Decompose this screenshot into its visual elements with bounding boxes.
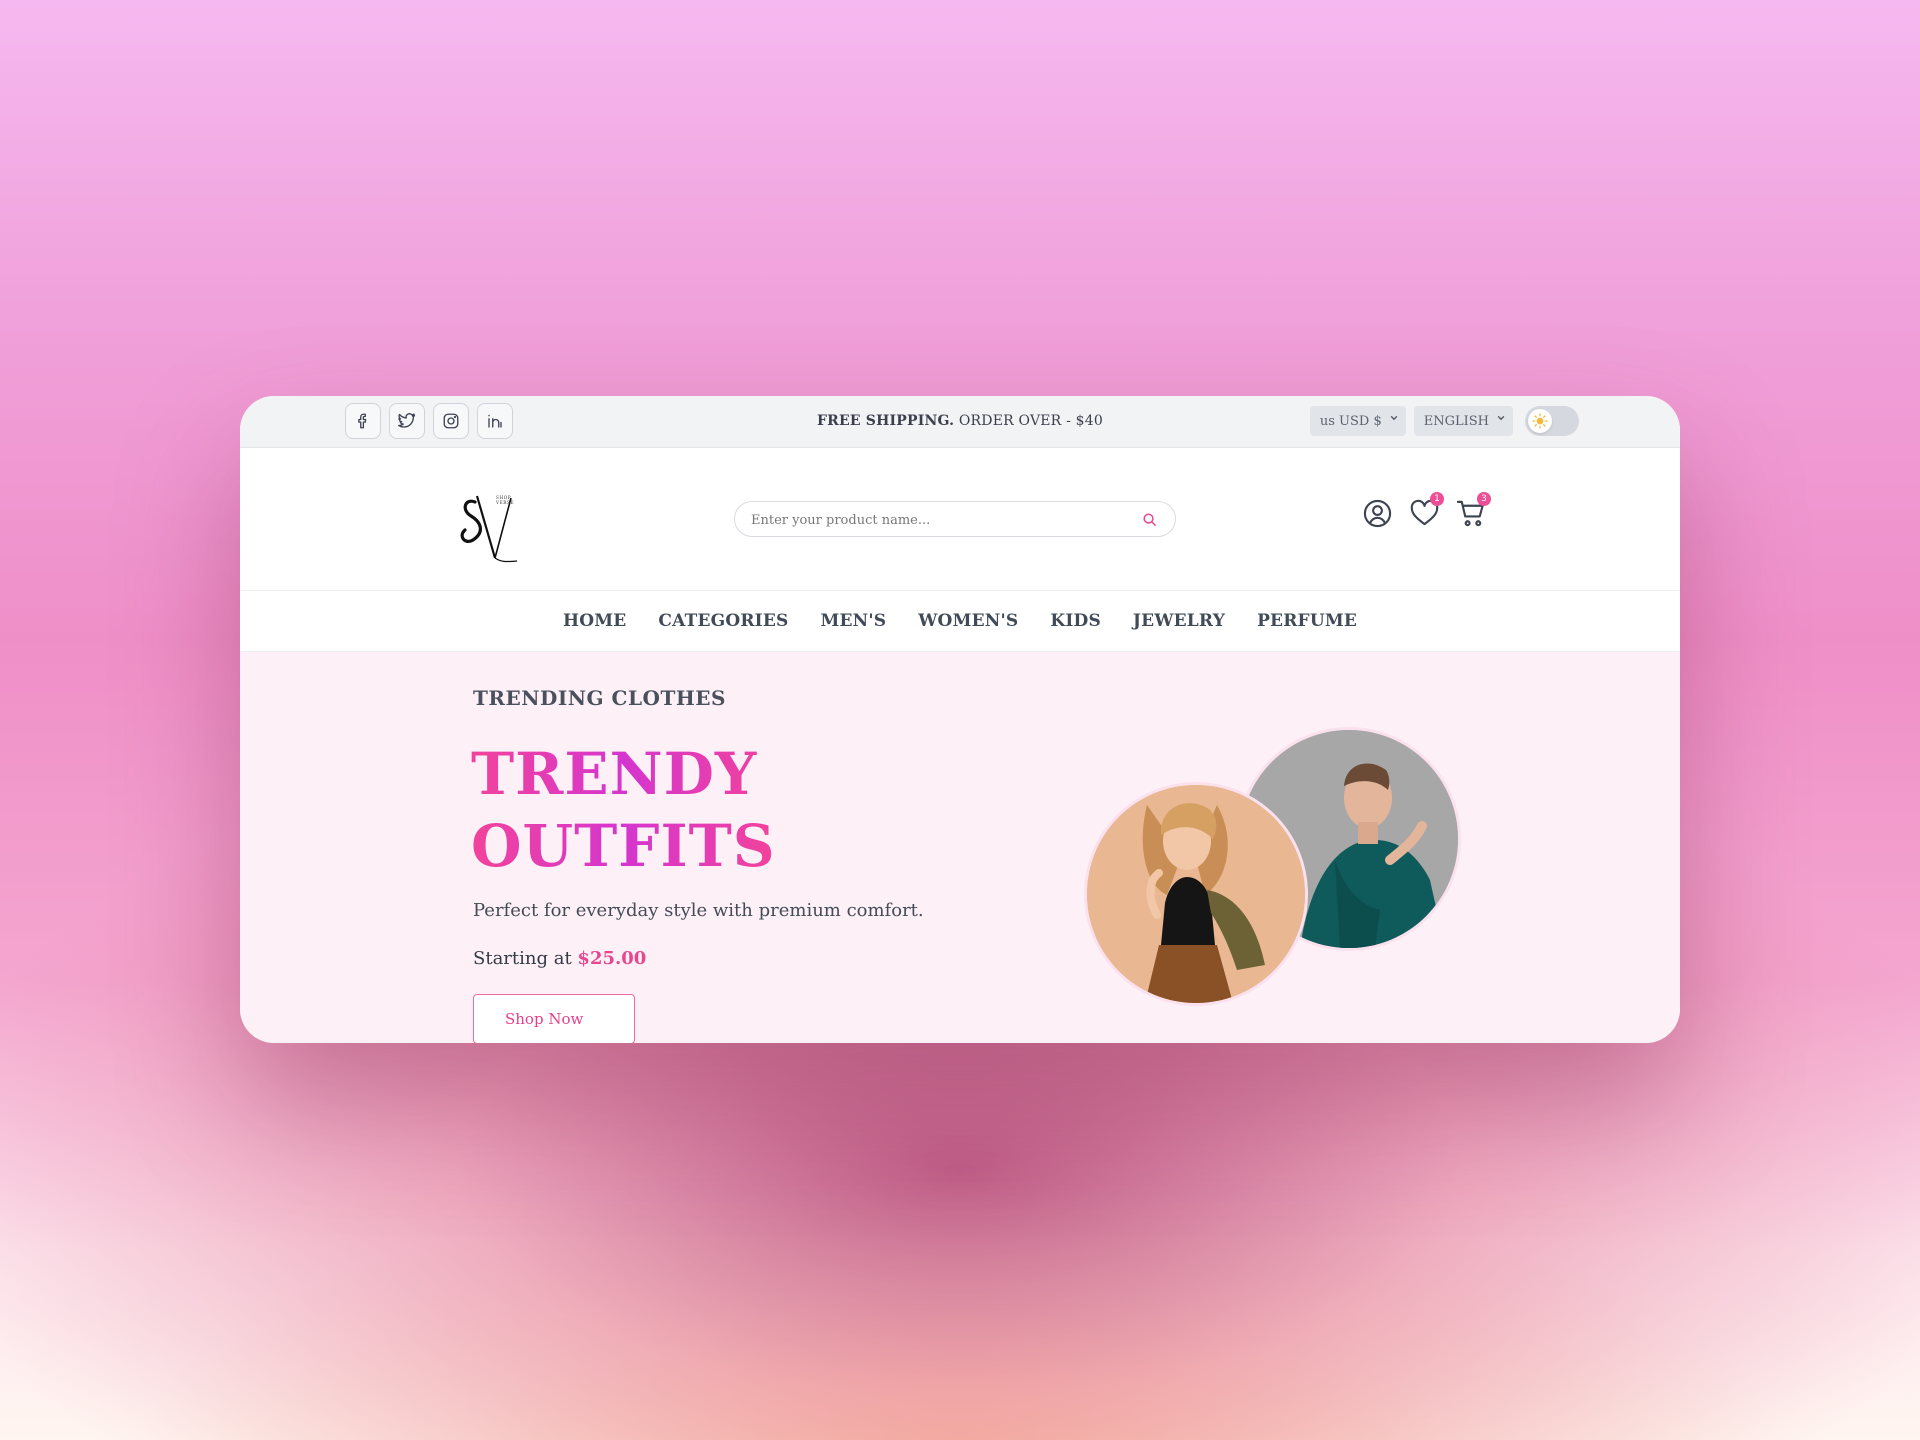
nav-item-mens[interactable]: MEN'S: [820, 611, 886, 631]
shop-now-button[interactable]: Shop Now: [473, 994, 635, 1043]
instagram-icon: [443, 413, 459, 429]
twitter-button[interactable]: [389, 403, 425, 439]
theme-toggle[interactable]: [1525, 406, 1579, 436]
search-bar: [734, 501, 1176, 538]
hero-price-line: Starting at $25.00: [473, 948, 646, 969]
search-icon[interactable]: [1142, 512, 1157, 527]
linkedin-icon: [488, 414, 502, 428]
nav-item-jewelry[interactable]: JEWELRY: [1133, 611, 1225, 631]
browser-window: FREE SHIPPING. ORDER OVER - $40 us USD $…: [240, 396, 1680, 1043]
hero-headline-line1: TRENDY: [471, 740, 758, 808]
hero-price: $25.00: [577, 948, 647, 969]
price-prefix: Starting at: [473, 948, 578, 969]
top-bar: FREE SHIPPING. ORDER OVER - $40 us USD $…: [240, 396, 1680, 448]
chevron-down-icon: [1390, 415, 1398, 421]
nav-item-womens[interactable]: WOMEN'S: [918, 611, 1018, 631]
facebook-icon: [358, 413, 367, 429]
promo-text: ORDER OVER - $40: [954, 413, 1103, 429]
toggle-knob: [1528, 409, 1552, 433]
search-input[interactable]: [749, 502, 1133, 538]
currency-value: us USD $: [1319, 413, 1382, 429]
facebook-button[interactable]: [345, 403, 381, 439]
hero-headline-line2: OUTFITS: [471, 812, 776, 880]
language-select[interactable]: ENGLISH: [1413, 406, 1513, 436]
woman-photo-illustration: [1087, 785, 1305, 1003]
main-header: SHOP VERSE 1 3: [240, 448, 1680, 591]
sun-icon: [1532, 413, 1548, 429]
cart-count-badge: 3: [1477, 492, 1491, 506]
account-button[interactable]: [1362, 498, 1393, 529]
hero-description: Perfect for everyday style with premium …: [473, 900, 924, 921]
cart-button[interactable]: 3: [1456, 492, 1491, 529]
locale-controls: us USD $ ENGLISH: [1309, 406, 1579, 436]
user-icon: [1363, 499, 1392, 528]
language-value: ENGLISH: [1423, 413, 1489, 429]
currency-select[interactable]: us USD $: [1309, 406, 1406, 436]
hero-banner: TRENDING CLOTHES TRENDY OUTFITS Perfect …: [240, 652, 1680, 1043]
nav-item-home[interactable]: HOME: [563, 611, 626, 631]
social-links: [345, 403, 513, 439]
site-logo[interactable]: SHOP VERSE: [459, 490, 521, 564]
logo-mark: SHOP VERSE: [460, 495, 518, 563]
main-nav: HOME CATEGORIES MEN'S WOMEN'S KIDS JEWEL…: [240, 591, 1680, 652]
nav-item-perfume[interactable]: PERFUME: [1257, 611, 1357, 631]
nav-item-categories[interactable]: CATEGORIES: [658, 611, 788, 631]
hero-image-woman: [1084, 782, 1308, 1006]
wishlist-button[interactable]: 1: [1409, 492, 1444, 529]
hero-headline: TRENDY OUTFITS: [471, 738, 776, 882]
promo-bold-text: FREE SHIPPING.: [817, 413, 955, 429]
hero-eyebrow: TRENDING CLOTHES: [473, 686, 726, 710]
nav-item-kids[interactable]: KIDS: [1050, 611, 1101, 631]
svg-text:VERSE: VERSE: [495, 500, 514, 505]
chevron-down-icon: [1497, 415, 1505, 421]
twitter-icon: [398, 413, 416, 428]
instagram-button[interactable]: [433, 403, 469, 439]
linkedin-button[interactable]: [477, 403, 513, 439]
wishlist-count-badge: 1: [1430, 492, 1444, 506]
header-actions: 1 3: [1362, 492, 1491, 529]
